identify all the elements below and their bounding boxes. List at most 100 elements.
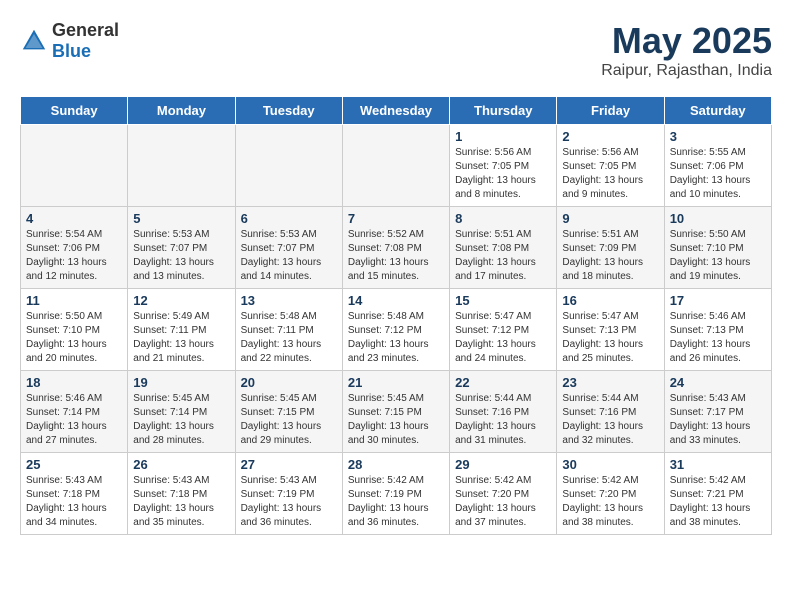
day-number: 17 [670, 293, 766, 308]
calendar-cell [128, 125, 235, 207]
day-number: 9 [562, 211, 658, 226]
calendar-cell: 27 Sunrise: 5:43 AMSunset: 7:19 PMDayligh… [235, 453, 342, 535]
calendar-week-3: 11 Sunrise: 5:50 AMSunset: 7:10 PMDayligh… [21, 289, 772, 371]
logo-general-text: General [52, 20, 119, 40]
day-info: Sunrise: 5:55 AMSunset: 7:06 PMDaylight:… [670, 146, 766, 202]
calendar-cell: 21Sunrise: 5:45 AMSunset: 7:15 PMDayligh… [342, 371, 449, 453]
calendar-cell: 31 Sunrise: 5:42 AMSunset: 7:21 PMDayligh… [664, 453, 771, 535]
day-info: Sunrise: 5:45 AMSunset: 7:14 PMDaylight:… [133, 392, 229, 448]
day-number: 23 [562, 375, 658, 390]
calendar-cell: 13 Sunrise: 5:48 AMSunset: 7:11 PMDayligh… [235, 289, 342, 371]
day-info: Sunrise: 5:42 AMSunset: 7:19 PMDaylight:… [348, 474, 444, 530]
day-info: Sunrise: 5:44 AMSunset: 7:16 PMDaylight:… [562, 392, 658, 448]
day-info: Sunrise: 5:43 AMSunset: 7:19 PMDaylight:… [241, 474, 337, 530]
day-info: Sunrise: 5:56 AMSunset: 7:05 PMDaylight:… [455, 146, 551, 202]
calendar-cell: 23 Sunrise: 5:44 AMSunset: 7:16 PMDayligh… [557, 371, 664, 453]
logo-blue-text: Blue [52, 41, 91, 61]
calendar-cell: 22 Sunrise: 5:44 AMSunset: 7:16 PMDayligh… [450, 371, 557, 453]
day-number: 1 [455, 129, 551, 144]
day-info: Sunrise: 5:43 AMSunset: 7:17 PMDaylight:… [670, 392, 766, 448]
day-number: 5 [133, 211, 229, 226]
weekday-header-friday: Friday [557, 97, 664, 125]
day-info: Sunrise: 5:47 AMSunset: 7:13 PMDaylight:… [562, 310, 658, 366]
calendar-cell: 30Sunrise: 5:42 AMSunset: 7:20 PMDayligh… [557, 453, 664, 535]
day-info: Sunrise: 5:50 AMSunset: 7:10 PMDaylight:… [26, 310, 122, 366]
day-number: 4 [26, 211, 122, 226]
day-number: 13 [241, 293, 337, 308]
day-info: Sunrise: 5:50 AMSunset: 7:10 PMDaylight:… [670, 228, 766, 284]
day-info: Sunrise: 5:42 AMSunset: 7:21 PMDaylight:… [670, 474, 766, 530]
calendar-cell: 17 Sunrise: 5:46 AMSunset: 7:13 PMDayligh… [664, 289, 771, 371]
day-info: Sunrise: 5:45 AMSunset: 7:15 PMDaylight:… [348, 392, 444, 448]
day-info: Sunrise: 5:51 AMSunset: 7:08 PMDaylight:… [455, 228, 551, 284]
day-number: 11 [26, 293, 122, 308]
day-info: Sunrise: 5:43 AMSunset: 7:18 PMDaylight:… [133, 474, 229, 530]
day-info: Sunrise: 5:48 AMSunset: 7:12 PMDaylight:… [348, 310, 444, 366]
weekday-header-row: SundayMondayTuesdayWednesdayThursdayFrid… [21, 97, 772, 125]
calendar-cell: 7Sunrise: 5:52 AMSunset: 7:08 PMDaylight… [342, 207, 449, 289]
calendar-cell: 26Sunrise: 5:43 AMSunset: 7:18 PMDayligh… [128, 453, 235, 535]
calendar-cell: 19 Sunrise: 5:45 AMSunset: 7:14 PMDayligh… [128, 371, 235, 453]
day-number: 10 [670, 211, 766, 226]
day-number: 20 [241, 375, 337, 390]
day-info: Sunrise: 5:42 AMSunset: 7:20 PMDaylight:… [455, 474, 551, 530]
calendar-cell: 10 Sunrise: 5:50 AMSunset: 7:10 PMDayligh… [664, 207, 771, 289]
day-info: Sunrise: 5:44 AMSunset: 7:16 PMDaylight:… [455, 392, 551, 448]
weekday-header-wednesday: Wednesday [342, 97, 449, 125]
weekday-header-tuesday: Tuesday [235, 97, 342, 125]
day-info: Sunrise: 5:45 AMSunset: 7:15 PMDaylight:… [241, 392, 337, 448]
calendar-cell [21, 125, 128, 207]
calendar-cell: 3 Sunrise: 5:55 AMSunset: 7:06 PMDaylight… [664, 125, 771, 207]
calendar-cell: 15Sunrise: 5:47 AMSunset: 7:12 PMDayligh… [450, 289, 557, 371]
day-number: 14 [348, 293, 444, 308]
day-info: Sunrise: 5:52 AMSunset: 7:08 PMDaylight:… [348, 228, 444, 284]
day-info: Sunrise: 5:54 AMSunset: 7:06 PMDaylight:… [26, 228, 122, 284]
day-number: 24 [670, 375, 766, 390]
calendar-cell: 9 Sunrise: 5:51 AMSunset: 7:09 PMDaylight… [557, 207, 664, 289]
calendar-cell [235, 125, 342, 207]
calendar-week-1: 1 Sunrise: 5:56 AMSunset: 7:05 PMDaylight… [21, 125, 772, 207]
day-info: Sunrise: 5:53 AMSunset: 7:07 PMDaylight:… [133, 228, 229, 284]
day-number: 29 [455, 457, 551, 472]
day-info: Sunrise: 5:46 AMSunset: 7:14 PMDaylight:… [26, 392, 122, 448]
day-number: 12 [133, 293, 229, 308]
day-number: 22 [455, 375, 551, 390]
calendar-cell: 16Sunrise: 5:47 AMSunset: 7:13 PMDayligh… [557, 289, 664, 371]
day-number: 31 [670, 457, 766, 472]
calendar-cell: 11 Sunrise: 5:50 AMSunset: 7:10 PMDayligh… [21, 289, 128, 371]
calendar-cell: 5 Sunrise: 5:53 AMSunset: 7:07 PMDaylight… [128, 207, 235, 289]
day-number: 19 [133, 375, 229, 390]
day-number: 15 [455, 293, 551, 308]
day-number: 30 [562, 457, 658, 472]
calendar-cell [342, 125, 449, 207]
day-number: 28 [348, 457, 444, 472]
day-number: 18 [26, 375, 122, 390]
calendar-subtitle: Raipur, Rajasthan, India [601, 62, 772, 80]
calendar-cell: 8 Sunrise: 5:51 AMSunset: 7:08 PMDaylight… [450, 207, 557, 289]
day-number: 8 [455, 211, 551, 226]
calendar-cell: 28 Sunrise: 5:42 AMSunset: 7:19 PMDayligh… [342, 453, 449, 535]
calendar-title: May 2025 [601, 20, 772, 62]
calendar-cell: 20 Sunrise: 5:45 AMSunset: 7:15 PMDayligh… [235, 371, 342, 453]
calendar-cell: 14 Sunrise: 5:48 AMSunset: 7:12 PMDayligh… [342, 289, 449, 371]
calendar-cell: 1 Sunrise: 5:56 AMSunset: 7:05 PMDaylight… [450, 125, 557, 207]
calendar-cell: 29 Sunrise: 5:42 AMSunset: 7:20 PMDayligh… [450, 453, 557, 535]
day-number: 27 [241, 457, 337, 472]
day-info: Sunrise: 5:43 AMSunset: 7:18 PMDaylight:… [26, 474, 122, 530]
day-info: Sunrise: 5:51 AMSunset: 7:09 PMDaylight:… [562, 228, 658, 284]
weekday-header-sunday: Sunday [21, 97, 128, 125]
calendar-cell: 4 Sunrise: 5:54 AMSunset: 7:06 PMDaylight… [21, 207, 128, 289]
calendar-cell: 6Sunrise: 5:53 AMSunset: 7:07 PMDaylight… [235, 207, 342, 289]
day-info: Sunrise: 5:48 AMSunset: 7:11 PMDaylight:… [241, 310, 337, 366]
logo-icon [20, 27, 48, 55]
weekday-header-saturday: Saturday [664, 97, 771, 125]
day-number: 25 [26, 457, 122, 472]
weekday-header-monday: Monday [128, 97, 235, 125]
day-number: 3 [670, 129, 766, 144]
day-info: Sunrise: 5:46 AMSunset: 7:13 PMDaylight:… [670, 310, 766, 366]
title-block: May 2025 Raipur, Rajasthan, India [601, 20, 772, 80]
day-number: 6 [241, 211, 337, 226]
logo: General Blue [20, 20, 119, 62]
calendar-table: SundayMondayTuesdayWednesdayThursdayFrid… [20, 96, 772, 535]
calendar-cell: 25 Sunrise: 5:43 AMSunset: 7:18 PMDayligh… [21, 453, 128, 535]
